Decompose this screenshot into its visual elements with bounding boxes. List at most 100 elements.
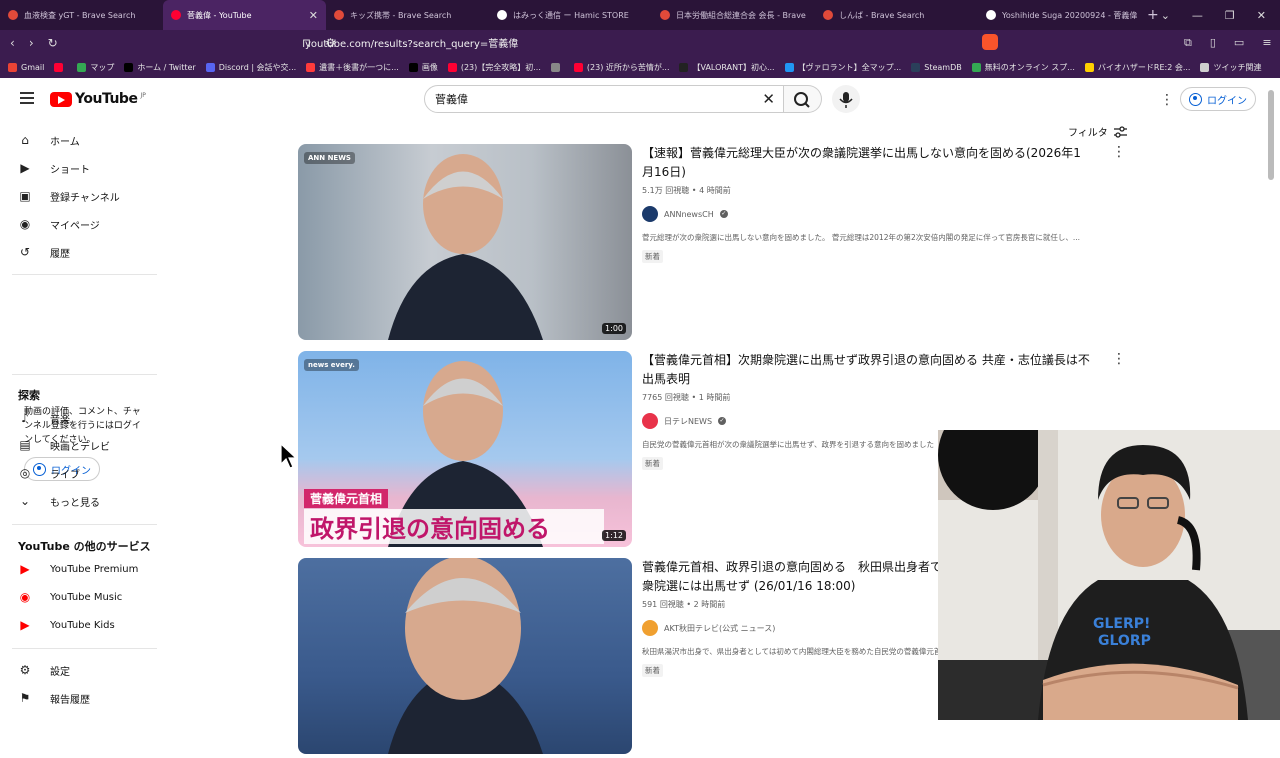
extensions-icon[interactable]: ⧉ [1184,36,1192,50]
sidebar-item-label: 映画とテレビ [50,441,110,453]
browser-tab[interactable]: はみっく通信 ー Hamic STORE [489,0,652,30]
close-tab-icon[interactable]: ✕ [309,9,318,22]
bookmark-item[interactable]: マップ [77,62,114,73]
video-thumbnail[interactable]: ANN NEWS 1:00 [298,144,632,340]
sidebar-item-live[interactable]: ◎ ライブ [18,463,80,483]
address-bar[interactable]: youtube.com/results?search_query=菅義偉 [305,35,518,50]
sidebar-icon[interactable]: ▯ [1210,36,1216,50]
bookmark-item[interactable]: Discord | 会話や交... [205,62,297,73]
sidebar-item-shorts[interactable]: ▶ ショート [18,158,90,178]
bookmark-item[interactable]: 遺書＋後書が一つに... [306,62,399,73]
account-icon [1189,92,1202,106]
sidebar-item-chevron-down[interactable]: ⌄ もっと見る [18,491,100,511]
browser-toolbar-right: ⧉ ▯ ▭ ≡ [1184,36,1272,50]
chevron-down-icon: ⌄ [19,494,31,508]
hamburger-menu-icon[interactable] [20,92,34,104]
sidebar-item-youtube-music[interactable]: ◉ YouTube Music [18,587,123,607]
bookmark-favicon-icon [54,62,64,72]
header-login-button[interactable]: ログイン [1180,87,1256,111]
bookmark-favicon-icon [679,62,689,72]
bookmark-item[interactable]: (23)【完全攻略】初... [447,62,541,73]
bookmark-label: 【ヴァロラント】全マップ... [797,62,902,72]
settings-kebab-icon[interactable]: ⋮ [1160,92,1174,108]
browser-tab[interactable]: キッズ携帯 - Brave Search [326,0,489,30]
sidebar-item-settings[interactable]: ⚙ 設定 [18,660,70,680]
sidebar-item-flag[interactable]: ⚑ 報告履歴 [18,688,90,708]
search-button[interactable] [784,85,822,113]
logo-text: YouTube [75,91,138,107]
browser-tab[interactable]: Yoshihide Suga 20200924 - 菅義偉 [978,0,1141,30]
youtube-logo[interactable]: YouTube JP [50,91,146,107]
bookmark-item[interactable]: ツイッチ関連 [1200,62,1261,73]
video-result[interactable]: ANN NEWS 1:00 【速報】菅義偉元総理大臣が次の衆議院選挙に出馬しない意向… [298,144,1138,344]
tab-title: はみっく通信 ー Hamic STORE [513,10,629,20]
minimize-icon[interactable]: — [1192,9,1203,22]
bookmark-favicon-icon [1084,62,1094,72]
bookmark-favicon-icon [911,62,921,72]
browser-tab[interactable]: 日本労働組合総連合会 会長 - Brave [652,0,815,30]
video-thumbnail[interactable] [298,558,632,754]
thumbnail-subcaption: 菅義偉元首相 [304,489,389,508]
tab-list-icon[interactable]: ⌄ [1161,9,1170,22]
clear-search-icon[interactable]: ✕ [762,90,775,108]
sidebar-divider [12,524,157,525]
back-icon[interactable]: ‹ [10,36,15,50]
tab-favicon-icon [8,10,18,20]
menu-icon[interactable]: ≡ [1262,36,1271,50]
shorts-icon: ▶ [20,161,30,175]
bookmark-item[interactable] [54,62,67,72]
restore-icon[interactable]: ❐ [1225,9,1235,22]
bookmark-item[interactable]: Gmail [8,62,44,72]
browser-tab[interactable]: 血液検査 yGT - Brave Search [0,0,163,30]
sidebar-item-movie[interactable]: ▤ 映画とテレビ [18,435,110,455]
bookmark-item[interactable]: SteamDB [911,62,962,72]
video-title[interactable]: 【菅義偉元首相】次期衆院選に出馬せず政界引退の意向固める 共産・志位議長は不出馬… [642,351,1092,389]
sidebar-item-youtube-kids[interactable]: ▶ YouTube Kids [18,615,114,635]
search-input[interactable]: 菅義偉 ✕ [424,85,784,113]
video-thumbnail[interactable]: news every. 菅義偉元首相 政界引退の意向固める 1:12 [298,351,632,547]
bookmark-favicon-icon [784,62,794,72]
sidebar-item-home[interactable]: ⌂ ホーム [18,130,80,150]
sidebar-item-label: ホーム [50,136,80,148]
browser-tab[interactable]: 菅義偉 - YouTube ✕ [163,0,326,30]
sidebar-divider [12,274,157,275]
bookmark-label: Discord | 会話や交... [218,62,297,72]
sidebar-item-history[interactable]: ↺ 履歴 [18,242,70,262]
browser-tab[interactable]: しんば - Brave Search [815,0,978,30]
sidebar-item-music[interactable]: ♪ 音楽 [18,408,70,428]
bookmark-label: SteamDB [924,62,962,72]
sidebar-item-label: マイページ [50,220,100,232]
video-title[interactable]: 【速報】菅義偉元総理大臣が次の衆議院選挙に出馬しない意向を固める(2026年1月… [642,144,1092,182]
video-more-icon[interactable]: ⋮ [1112,351,1126,367]
wallet-icon[interactable]: ▭ [1234,36,1244,50]
forward-icon[interactable]: › [29,36,34,50]
bookmark-item[interactable]: バイオハザードRE:2 会... [1084,62,1190,73]
you-icon: ◉ [19,217,31,231]
bookmark-item[interactable] [550,62,564,72]
bookmark-label: ホーム / Twitter [137,62,196,72]
bookmark-favicon-icon [8,62,17,72]
bookmark-item[interactable]: 無料のオンライン スプ... [971,62,1075,73]
reload-icon[interactable]: ↻ [48,36,58,50]
video-duration: 1:00 [602,323,626,334]
voice-search-button[interactable] [832,85,860,113]
close-window-icon[interactable]: ✕ [1257,9,1266,22]
filter-button[interactable]: フィルタ [1068,124,1127,139]
bookmark-item[interactable]: 【VALORANT】初心... [679,62,775,73]
channel-link[interactable]: ANNnewsCH ✓ [642,206,1092,222]
brave-shield-icon[interactable] [982,34,998,50]
new-tab-icon[interactable]: + [1147,7,1159,23]
sidebar-item-youtube-premium[interactable]: ▶ YouTube Premium [18,559,138,579]
sidebar-item-you[interactable]: ◉ マイページ [18,214,100,234]
bookmark-favicon-icon [306,62,316,72]
bookmark-item[interactable]: 【ヴァロラント】全マップ... [784,62,902,73]
channel-link[interactable]: 日テレNEWS ✓ [642,413,1092,429]
sidebar-item-label: 登録チャンネル [50,192,120,204]
bookmark-item[interactable]: 画像 [408,62,438,73]
page-scrollbar[interactable] [1268,90,1274,180]
sidebar-item-subscriptions[interactable]: ▣ 登録チャンネル [18,186,120,206]
tab-title: 血液検査 yGT - Brave Search [24,10,136,20]
bookmark-item[interactable]: ホーム / Twitter [124,62,196,73]
video-more-icon[interactable]: ⋮ [1112,144,1126,160]
bookmark-item[interactable]: (23) 近所から苦情が... [573,62,669,73]
